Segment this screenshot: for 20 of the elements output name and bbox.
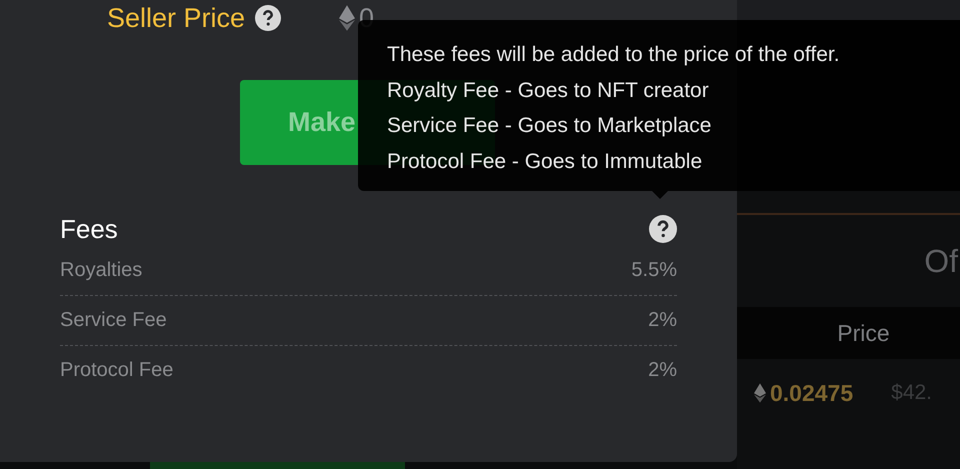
- ethereum-icon: [339, 5, 356, 31]
- fee-value: 2%: [648, 309, 677, 332]
- tooltip-text: Protocol Fee - Goes to Immutable: [387, 148, 702, 174]
- ethereum-icon: [754, 382, 766, 404]
- seller-price-label: Seller Price: [107, 2, 246, 34]
- price-value: 0: [359, 2, 374, 34]
- price-cell: 0.02475: [770, 380, 854, 406]
- help-icon[interactable]: [255, 5, 282, 31]
- column-header: Price: [837, 320, 890, 346]
- tooltip-text: Service Fee - Goes to Marketplace: [387, 113, 712, 139]
- fees-heading: Fees: [60, 214, 118, 244]
- section-heading: Of: [924, 242, 958, 280]
- tooltip-text: Royalty Fee - Goes to NFT creator: [387, 78, 709, 104]
- fee-label: Royalties: [60, 259, 142, 282]
- fee-value: 5.5%: [631, 259, 677, 282]
- help-icon[interactable]: [649, 215, 677, 243]
- tooltip-text: These fees will be added to the price of the offer.: [387, 42, 840, 68]
- fee-value: 2%: [648, 359, 677, 382]
- fee-label: Service Fee: [60, 309, 167, 332]
- fee-label: Protocol Fee: [60, 359, 174, 382]
